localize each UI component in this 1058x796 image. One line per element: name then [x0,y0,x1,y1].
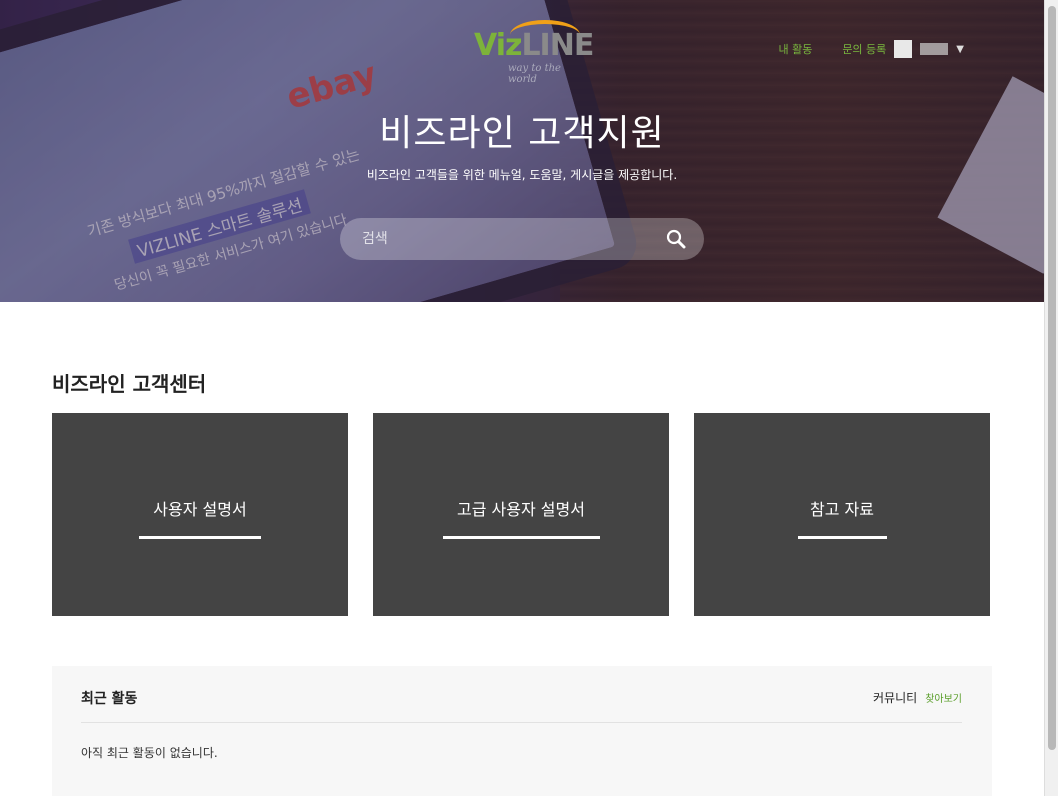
category-card-user-manual[interactable]: 사용자 설명서 [52,413,348,616]
chevron-down-icon[interactable]: ▼ [956,44,964,55]
category-card-advanced-manual[interactable]: 고급 사용자 설명서 [373,413,669,616]
logo-wordmark-line: LINE [521,28,594,63]
recent-activity-empty-message: 아직 최근 활동이 없습니다. [81,746,218,760]
nav-my-activity[interactable]: 내 활동 [778,41,812,57]
username-redacted[interactable] [920,43,949,55]
community-link-group: 커뮤니티 찾아보기 [873,689,962,706]
page-subtitle: 비즈라인 고객들을 위한 메뉴얼, 도움말, 게시글을 제공합니다. [366,168,678,182]
category-cards: 사용자 설명서 고급 사용자 설명서 참고 자료 [52,413,990,616]
logo-wordmark-viz: Viz [474,28,522,63]
hero-banner: ebay 기존 방식보다 최대 95%까지 절감할 수 있는 VIZLINE 스… [0,0,1044,302]
category-card-label: 사용자 설명서 [153,500,247,519]
scrollbar-thumb[interactable] [1048,6,1056,750]
vizline-logo[interactable]: VizLINE way to the world [474,20,594,85]
page-title: 비즈라인 고객지원 [379,113,665,154]
community-browse-link[interactable]: 찾아보기 [925,690,962,705]
nav-user-menu[interactable]: 문의 등록 ▼ [842,40,964,58]
avatar[interactable] [894,40,913,58]
divider [81,722,962,723]
category-card-references[interactable]: 참고 자료 [694,413,990,616]
search-input[interactable] [362,228,652,250]
scrollbar[interactable] [1044,0,1058,796]
logo-tagline: way to the world [508,63,561,85]
category-card-label: 참고 자료 [810,500,874,519]
section-title: 비즈라인 고객센터 [52,372,207,396]
recent-activity-title: 최근 활동 [81,691,138,707]
community-label: 커뮤니티 [873,691,918,705]
top-nav: 내 활동 문의 등록 ▼ [778,40,964,58]
category-card-underline [139,536,261,539]
nav-submit-request[interactable]: 문의 등록 [842,41,886,57]
category-card-underline [442,536,600,539]
category-card-label: 고급 사용자 설명서 [457,500,585,519]
recent-activity-panel: 최근 활동 커뮤니티 찾아보기 아직 최근 활동이 없습니다. [52,666,992,796]
logo-wordmark: VizLINE [474,28,594,63]
search-bar[interactable] [340,218,704,260]
search-icon[interactable] [666,229,686,249]
category-card-underline [797,536,887,539]
